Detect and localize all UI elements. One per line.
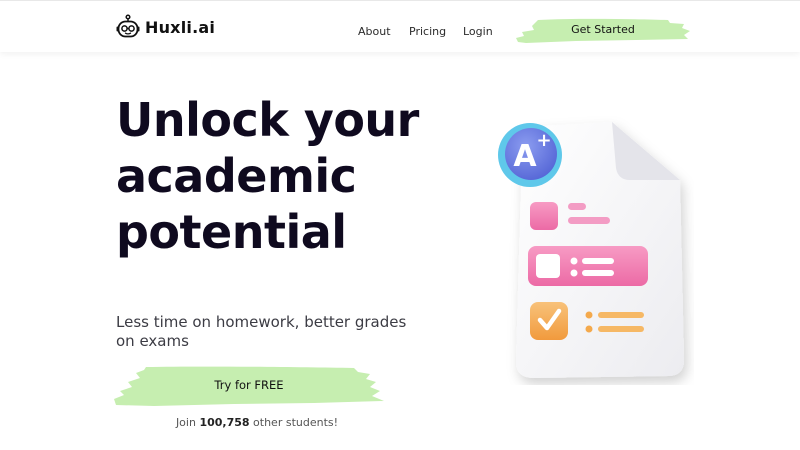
row2-line [582,270,614,276]
row3-orange-square [530,302,568,340]
row2-bullet [570,269,578,277]
hero-title-line: Unlock your [116,93,419,147]
hero-subtitle: Less time on homework, better grades on … [116,313,407,350]
student-count: 100,758 [199,416,250,429]
row1-pink-square [530,202,558,230]
join-suffix: other students! [249,416,339,429]
get-started-button[interactable]: Get Started [516,18,690,44]
hero-title: Unlock your academic potential [116,92,436,260]
row2-bullet [570,257,578,265]
grade-plus: + [536,130,551,151]
nav-link-pricing[interactable]: Pricing [409,25,446,38]
try-for-free-label: Try for FREE [214,378,284,392]
get-started-label: Get Started [571,23,635,36]
row3-bullet [585,325,593,333]
row2-white-square [536,254,560,278]
row2-line [582,258,614,264]
nav-link-about[interactable]: About [358,25,391,38]
logo-text: Huxli.ai [145,17,216,37]
robot-logo-icon [116,14,140,38]
row3-bullet [585,311,593,319]
site-header: Huxli.ai About Pricing Login Get Started [0,0,800,52]
row3-line [598,312,644,318]
nav-link-login[interactable]: Login [463,25,493,38]
graded-document-illustration: A + [498,122,684,378]
paper-fold [612,122,680,180]
row1-pink-line [568,203,586,210]
logo[interactable]: Huxli.ai [116,14,215,40]
hero-title-line: potential [116,205,347,259]
row3-line [598,326,644,332]
join-prefix: Join [175,416,200,429]
grade-letter: A [513,139,537,174]
row1-pink-line [568,217,610,224]
hero-title-line: academic [116,149,357,203]
join-counter-text: Join 100,758 other students! [116,416,398,429]
try-for-free-button[interactable]: Try for FREE [114,366,384,406]
